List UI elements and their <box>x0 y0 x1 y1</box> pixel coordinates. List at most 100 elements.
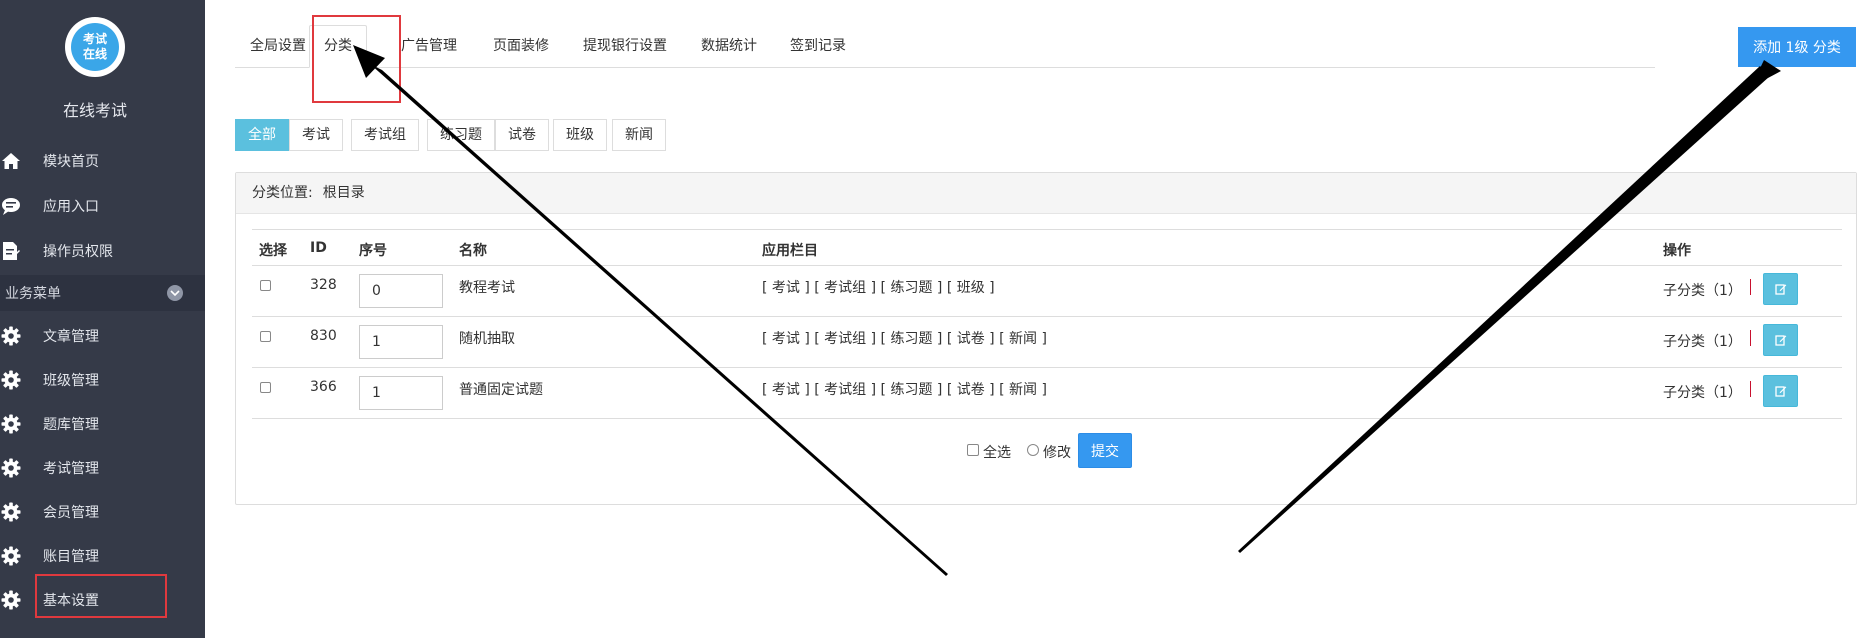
sidebar: 考试 在线 在线考试 模块首页 应用入口 操作员权限 业务菜单 文章管理 班级管… <box>0 0 205 638</box>
sidebar-item-member-management[interactable]: 会员管理 <box>0 490 205 534</box>
gear-icon <box>0 545 22 567</box>
sidebar-item-label: 文章管理 <box>43 329 99 345</box>
sidebar-item-operator-permissions[interactable]: 操作员权限 <box>0 229 205 273</box>
chat-icon <box>0 195 22 217</box>
app-logo: 考试 在线 <box>65 17 125 77</box>
sidebar-item-exam-management[interactable]: 考试管理 <box>0 446 205 490</box>
app-name: 在线考试 <box>62 101 127 120</box>
sidebar-item-label: 账目管理 <box>43 549 99 565</box>
sidebar-item-label: 应用入口 <box>43 199 99 215</box>
sidebar-section-business[interactable]: 业务菜单 <box>0 275 205 311</box>
sidebar-item-label: 会员管理 <box>43 505 99 521</box>
row-name: 随机抽取 <box>459 331 515 347</box>
category-panel: 分类位置: 根目录 选择 ID 序号 名称 应用栏目 操作 328 0 教程考试 … <box>235 172 1857 505</box>
filter-practice[interactable]: 练习题 <box>427 119 495 151</box>
sidebar-item-app-entry[interactable]: 应用入口 <box>0 184 205 228</box>
chevron-down-icon[interactable] <box>167 285 183 301</box>
tab-withdraw-bank-settings[interactable]: 提现银行设置 <box>583 25 667 68</box>
row-id: 328 <box>310 277 337 293</box>
edit-icon <box>1774 284 1786 295</box>
location-label: 分类位置: <box>252 185 313 201</box>
header-columns: 应用栏目 <box>762 243 818 259</box>
table-footer: 全选 修改 提交 <box>252 433 1842 469</box>
edit-button[interactable] <box>1763 375 1798 407</box>
tab-bar: 全局设置 分类 广告管理 页面装修 提现银行设置 数据统计 签到记录 <box>235 25 1655 68</box>
tab-data-statistics[interactable]: 数据统计 <box>701 25 757 68</box>
edit-button[interactable] <box>1763 324 1798 356</box>
gear-icon <box>0 369 22 391</box>
home-icon <box>0 150 22 172</box>
logo-badge: 考试 在线 <box>71 23 119 71</box>
category-table: 选择 ID 序号 名称 应用栏目 操作 328 0 教程考试 [ 考试 ] [ … <box>252 229 1842 468</box>
edit-button[interactable] <box>1763 273 1798 305</box>
order-input[interactable]: 1 <box>359 325 443 359</box>
modify-radio[interactable] <box>1027 444 1039 456</box>
header-order: 序号 <box>359 243 387 259</box>
add-level1-category-button[interactable]: 添加 1级 分类 <box>1738 27 1856 67</box>
sidebar-item-label: 题库管理 <box>43 417 99 433</box>
action-divider <box>1750 381 1751 397</box>
tab-page-decoration[interactable]: 页面装修 <box>493 25 549 68</box>
header-name: 名称 <box>459 243 487 259</box>
header-id: ID <box>310 240 327 256</box>
row-columns: [ 考试 ] [ 考试组 ] [ 练习题 ] [ 班级 ] <box>762 280 995 296</box>
row-columns: [ 考试 ] [ 考试组 ] [ 练习题 ] [ 试卷 ] [ 新闻 ] <box>762 331 1047 347</box>
header-action: 操作 <box>1663 243 1691 259</box>
sidebar-section-label: 业务菜单 <box>5 286 61 302</box>
action-divider <box>1750 330 1751 346</box>
row-checkbox[interactable] <box>260 331 271 342</box>
table-row: 328 0 教程考试 [ 考试 ] [ 考试组 ] [ 练习题 ] [ 班级 ]… <box>252 266 1842 317</box>
sidebar-item-label: 考试管理 <box>43 461 99 477</box>
order-input[interactable]: 1 <box>359 376 443 410</box>
logo-text-line1: 考试 <box>82 32 107 46</box>
filter-paper[interactable]: 试卷 <box>495 119 549 151</box>
row-name: 普通固定试题 <box>459 382 543 398</box>
filter-class[interactable]: 班级 <box>553 119 607 151</box>
highlight-box-basic-settings <box>35 574 167 618</box>
tab-ad-management[interactable]: 广告管理 <box>401 25 457 68</box>
modify-label: 修改 <box>1043 445 1071 461</box>
sidebar-item-class-management[interactable]: 班级管理 <box>0 358 205 402</box>
header-select: 选择 <box>259 243 287 259</box>
row-id: 366 <box>310 379 337 395</box>
gear-icon <box>0 413 22 435</box>
subcategory-link[interactable]: 子分类（1） <box>1663 382 1742 402</box>
sidebar-item-account-management[interactable]: 账目管理 <box>0 534 205 578</box>
sidebar-item-module-home[interactable]: 模块首页 <box>0 139 205 183</box>
table-header: 选择 ID 序号 名称 应用栏目 操作 <box>252 229 1842 266</box>
gear-icon <box>0 501 22 523</box>
tab-checkin-records[interactable]: 签到记录 <box>790 25 846 68</box>
subcategory-link[interactable]: 子分类（1） <box>1663 331 1742 351</box>
submit-button[interactable]: 提交 <box>1078 433 1132 468</box>
edit-icon <box>1774 386 1786 397</box>
select-all-label: 全选 <box>983 445 1011 461</box>
row-checkbox[interactable] <box>260 280 271 291</box>
select-all-checkbox[interactable] <box>967 444 979 456</box>
row-checkbox[interactable] <box>260 382 271 393</box>
gear-icon <box>0 325 22 347</box>
row-columns: [ 考试 ] [ 考试组 ] [ 练习题 ] [ 试卷 ] [ 新闻 ] <box>762 382 1047 398</box>
filter-all[interactable]: 全部 <box>235 119 289 151</box>
sidebar-item-label: 班级管理 <box>43 373 99 389</box>
sidebar-item-question-bank[interactable]: 题库管理 <box>0 402 205 446</box>
sidebar-item-label: 模块首页 <box>43 154 99 170</box>
document-edit-icon <box>0 240 22 262</box>
order-input[interactable]: 0 <box>359 274 443 308</box>
subcategory-link[interactable]: 子分类（1） <box>1663 280 1742 300</box>
filter-exam-group[interactable]: 考试组 <box>351 119 419 151</box>
action-divider <box>1750 279 1751 295</box>
table-row: 830 1 随机抽取 [ 考试 ] [ 考试组 ] [ 练习题 ] [ 试卷 ]… <box>252 317 1842 368</box>
filter-exam[interactable]: 考试 <box>289 119 343 151</box>
edit-icon <box>1774 335 1786 346</box>
row-name: 教程考试 <box>459 280 515 296</box>
sidebar-item-article-management[interactable]: 文章管理 <box>0 314 205 358</box>
category-location: 分类位置: 根目录 <box>236 173 1856 214</box>
gear-icon <box>0 589 22 611</box>
table-row: 366 1 普通固定试题 [ 考试 ] [ 考试组 ] [ 练习题 ] [ 试卷… <box>252 368 1842 419</box>
filter-news[interactable]: 新闻 <box>612 119 666 151</box>
logo-text-line2: 在线 <box>82 47 107 61</box>
row-id: 830 <box>310 328 337 344</box>
gear-icon <box>0 457 22 479</box>
location-value: 根目录 <box>322 185 365 201</box>
tab-global-settings[interactable]: 全局设置 <box>250 25 306 68</box>
